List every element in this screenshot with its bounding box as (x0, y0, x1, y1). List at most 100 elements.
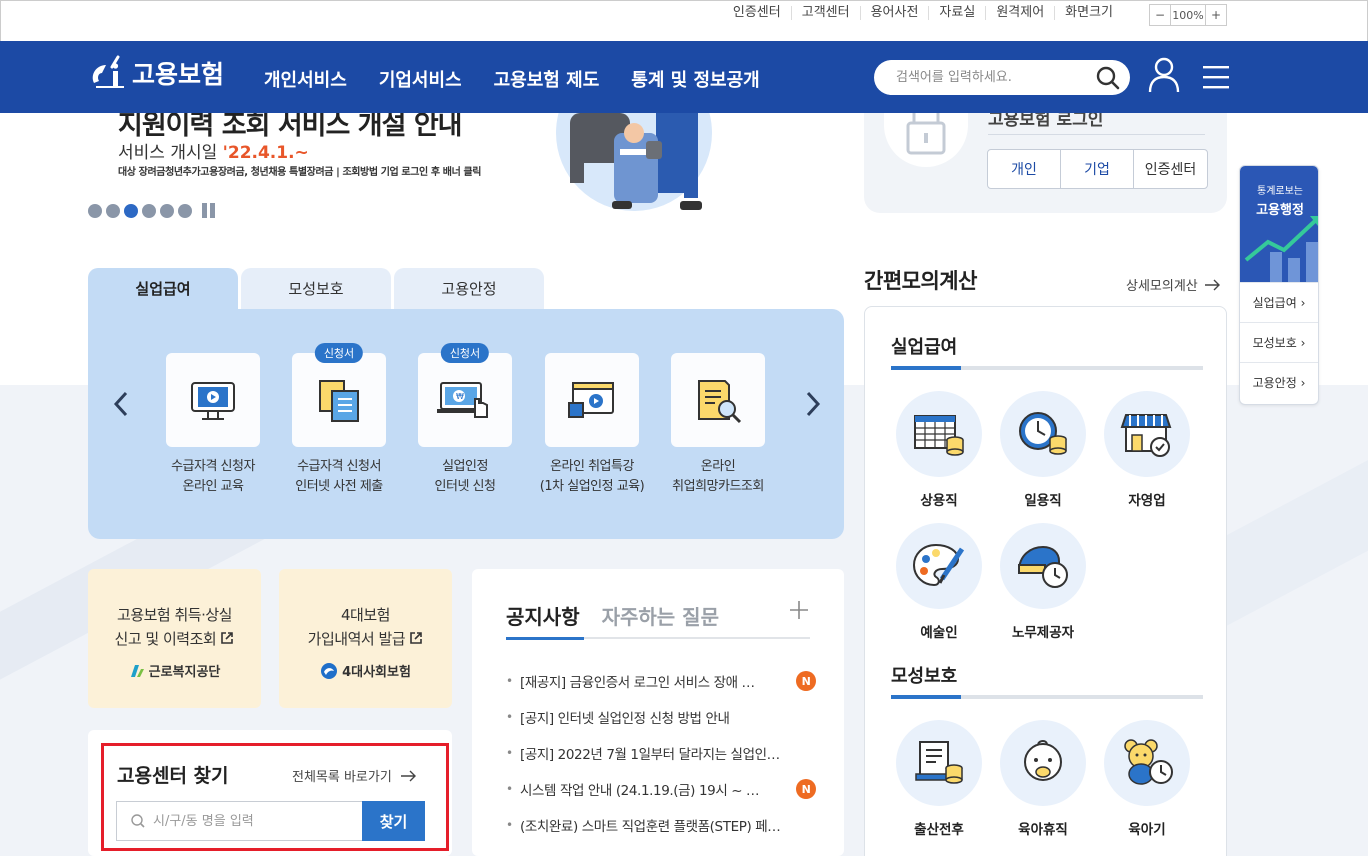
clock-coins-icon (1019, 412, 1067, 455)
org-logo-four-insurance: 4대사회보험 (279, 661, 452, 680)
banner-dot[interactable] (142, 203, 156, 218)
logo-text: 고용보험 (132, 60, 225, 89)
divider (988, 134, 1205, 135)
application-tag: 신청서 (440, 343, 490, 363)
notice-item[interactable]: • [공지] 2022년 7월 1일부터 달라지는 실업인… (506, 735, 816, 771)
banner-pagination (88, 203, 215, 218)
quick-link-acquisition-loss[interactable]: 고용보험 취득·상실 신고 및 이력조회 근로복지공단 (88, 569, 261, 708)
nav-item-business-service[interactable]: 기업서비스 (379, 66, 462, 92)
calc-item-childbirth[interactable]: 출산전후 (895, 720, 983, 838)
side-item-unemployment[interactable]: 실업급여 › (1240, 282, 1318, 322)
side-item-maternity[interactable]: 모성보호 › (1240, 322, 1318, 362)
tab-unemployment[interactable]: 실업급여 (88, 268, 238, 309)
chart-trend-icon (1244, 216, 1318, 282)
notice-item[interactable]: • [공지] 인터넷 실업인정 신청 방법 안내 (506, 699, 816, 735)
notice-list: • [재공지] 금융인증서 로그인 서비스 장애 … N • [공지] 인터넷 실업… (506, 663, 816, 843)
plus-icon[interactable] (788, 599, 810, 621)
service-label: 수급자격 신청서 인터넷 사전 제출 (295, 459, 383, 494)
banner-dot[interactable] (160, 203, 174, 218)
login-cert-center-button[interactable]: 인증센터 (1134, 150, 1207, 188)
find-button[interactable]: 찾기 (362, 801, 425, 841)
banner-dot-active[interactable] (124, 203, 138, 218)
external-link-icon (410, 632, 423, 644)
banner-description: 대상 장려금청년추가고용장려금, 청년채용 특별장려금 | 조회방법 기업 로그… (118, 167, 482, 178)
finder-input-box (116, 801, 363, 841)
calc-item-childcare-period[interactable]: 육아기 (1103, 720, 1191, 838)
banner-dot[interactable] (88, 203, 102, 218)
detailed-calc-link[interactable]: 상세모의계산 (1126, 275, 1220, 294)
main-navigation: 고용보험 개인서비스 기업서비스 고용보험 제도 통계 및 정보공개 (0, 41, 1368, 113)
store-check-icon (1120, 414, 1172, 457)
notice-item[interactable]: • [재공지] 금융인증서 로그인 서비스 장애 … N (506, 663, 816, 699)
four-insurance-logo-icon (321, 662, 338, 679)
section-bar (891, 695, 1203, 699)
laptop-click-icon: ₩ (437, 382, 488, 418)
quick-link-text: 고용보험 취득·상실 신고 및 이력조회 (88, 603, 261, 651)
tab-notices[interactable]: 공지사항 (506, 601, 580, 630)
tab-employment-stability[interactable]: 고용안정 (394, 268, 544, 309)
calc-item-daily[interactable]: 일용직 (999, 391, 1087, 509)
calculator-panel: 실업급여 상용직 일용직 자영업 예술인 노무제공자 모성보호 출산전후 육아휴… (864, 306, 1227, 856)
calc-item-labor-provider[interactable]: 노무제공자 (999, 523, 1087, 641)
hamburger-menu-icon[interactable] (1203, 65, 1229, 89)
util-link-glossary[interactable]: 용어사전 (861, 6, 930, 20)
search-icon[interactable] (1096, 66, 1120, 90)
calendar-coins-icon (914, 415, 964, 456)
service-item[interactable]: 신청서 수급자격 신청서 인터넷 사전 제출 (269, 343, 409, 497)
service-item[interactable]: 신청서 ₩ 실업인정 인터넷 신청 (395, 343, 535, 497)
util-link-library[interactable]: 자료실 (929, 6, 987, 20)
side-item-employment-stability[interactable]: 고용안정 › (1240, 362, 1318, 402)
service-label: 실업인정 인터넷 신청 (434, 459, 496, 494)
user-icon[interactable] (1148, 57, 1180, 93)
application-tag: 신청서 (314, 343, 364, 363)
zoom-out-button[interactable]: − (1150, 5, 1170, 25)
zoom-in-button[interactable]: + (1206, 5, 1226, 25)
tab-maternity[interactable]: 모성보호 (241, 268, 391, 309)
quick-link-text: 4대보험 가입내역서 발급 (279, 603, 452, 651)
banner-dot[interactable] (178, 203, 192, 218)
login-box: 고용보험 로그인 개인 기업 인증센터 (864, 110, 1227, 213)
service-item[interactable]: 온라인 취업희망카드조회 (648, 353, 788, 497)
chevron-right-icon[interactable] (800, 389, 824, 419)
calc-section-unemployment: 실업급여 (891, 337, 958, 358)
pause-icon[interactable] (202, 203, 215, 218)
svg-text:₩: ₩ (456, 392, 464, 401)
tab-faq[interactable]: 자주하는 질문 (602, 601, 719, 630)
calc-item-parental-leave[interactable]: 육아휴직 (999, 720, 1087, 838)
statistics-banner[interactable]: 통계로보는 고용행정 (1240, 166, 1318, 282)
banner-dot[interactable] (106, 203, 120, 218)
chevron-left-icon[interactable] (110, 389, 134, 419)
calc-item-artist[interactable]: 예술인 (895, 523, 983, 641)
nav-item-personal-service[interactable]: 개인서비스 (264, 66, 347, 92)
service-label: 온라인 취업희망카드조회 (672, 459, 764, 494)
quick-link-four-insurance[interactable]: 4대보험 가입내역서 발급 4대사회보험 (279, 569, 452, 708)
login-personal-button[interactable]: 개인 (988, 150, 1061, 188)
service-item[interactable]: 온라인 취업특강 (1차 실업인정 교육) (522, 353, 662, 497)
notice-item[interactable]: • (조치완료) 스마트 직업훈련 플랫폼(STEP) 페… (506, 807, 816, 843)
monitor-video-icon (191, 382, 235, 420)
utility-links: 인증센터 고객센터 용어사전 자료실 원격제어 화면크기 (723, 6, 1217, 20)
search-icon (131, 814, 145, 828)
full-list-link[interactable]: 전체목록 바로가기 (292, 766, 416, 785)
service-icon-box: 신청서 ₩ (418, 343, 512, 447)
util-link-remote-control[interactable]: 원격제어 (986, 6, 1056, 20)
calc-item-self-employed[interactable]: 자영업 (1103, 391, 1191, 509)
side-top-small: 통계로보는 (1257, 186, 1303, 197)
banner-date-label: 서비스 개시일 (118, 143, 218, 163)
banner-illustration[interactable] (556, 55, 726, 223)
nav-item-insurance-system[interactable]: 고용보험 제도 (494, 66, 600, 92)
nav-item-statistics[interactable]: 통계 및 정보공개 (631, 66, 759, 92)
banner-date-line: 서비스 개시일 '22.4.1.~ (118, 138, 309, 163)
search-input[interactable] (896, 70, 1086, 85)
calc-item-regular[interactable]: 상용직 (895, 391, 983, 509)
login-business-button[interactable]: 기업 (1061, 150, 1134, 188)
notice-item[interactable]: • 시스템 작업 안내 (24.1.19.(금) 19시 ~ … N (506, 771, 816, 807)
active-tab-indicator (506, 637, 584, 640)
util-link-cert-center[interactable]: 인증센터 (723, 6, 792, 20)
util-link-customer-center[interactable]: 고객센터 (792, 6, 861, 20)
service-icon-box (545, 353, 639, 447)
center-search-input[interactable] (153, 813, 343, 829)
document-coins-icon (915, 741, 963, 784)
site-logo[interactable]: 고용보험 (88, 53, 224, 93)
service-item[interactable]: 수급자격 신청자 온라인 교육 (143, 353, 283, 497)
